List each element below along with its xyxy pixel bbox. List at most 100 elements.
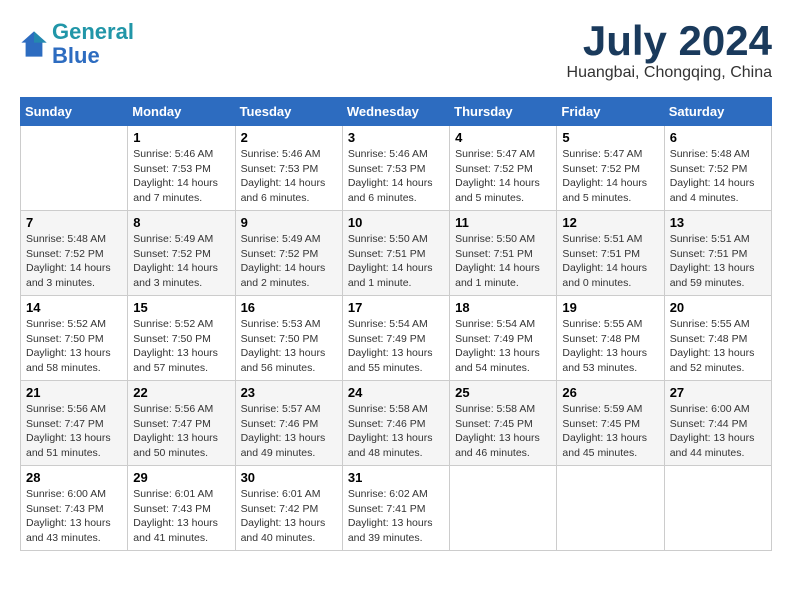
calendar-cell: 30 Sunrise: 6:01 AM Sunset: 7:42 PM Dayli… [235, 466, 342, 551]
calendar-cell [664, 466, 771, 551]
weekday-header-saturday: Saturday [664, 98, 771, 126]
calendar-cell: 31 Sunrise: 6:02 AM Sunset: 7:41 PM Dayli… [342, 466, 449, 551]
logo-text: GeneralBlue [52, 20, 134, 68]
day-info: Sunrise: 5:53 AM Sunset: 7:50 PM Dayligh… [241, 317, 337, 376]
day-info: Sunrise: 5:51 AM Sunset: 7:51 PM Dayligh… [670, 232, 766, 291]
day-number: 15 [133, 300, 229, 315]
day-number: 1 [133, 130, 229, 145]
day-info: Sunrise: 5:54 AM Sunset: 7:49 PM Dayligh… [348, 317, 444, 376]
page-header: GeneralBlue July 2024 Huangbai, Chongqin… [20, 20, 772, 82]
calendar-cell: 11Sunrise: 5:50 AM Sunset: 7:51 PM Dayli… [450, 211, 557, 296]
day-number: 26 [562, 385, 658, 400]
calendar-table: SundayMondayTuesdayWednesdayThursdayFrid… [20, 97, 772, 551]
day-info: Sunrise: 5:58 AM Sunset: 7:45 PM Dayligh… [455, 402, 551, 461]
day-number: 5 [562, 130, 658, 145]
calendar-cell [21, 126, 128, 211]
day-number: 11 [455, 215, 551, 230]
day-number: 28 [26, 470, 122, 485]
day-number: 7 [26, 215, 122, 230]
day-number: 27 [670, 385, 766, 400]
day-info: Sunrise: 5:46 AM Sunset: 7:53 PM Dayligh… [348, 147, 444, 206]
weekday-header-row: SundayMondayTuesdayWednesdayThursdayFrid… [21, 98, 772, 126]
calendar-cell: 4 Sunrise: 5:47 AM Sunset: 7:52 PM Daylig… [450, 126, 557, 211]
calendar-cell: 22Sunrise: 5:56 AM Sunset: 7:47 PM Dayli… [128, 381, 235, 466]
day-number: 2 [241, 130, 337, 145]
day-info: Sunrise: 6:02 AM Sunset: 7:41 PM Dayligh… [348, 487, 444, 546]
calendar-cell: 26 Sunrise: 5:59 AM Sunset: 7:45 PM Dayli… [557, 381, 664, 466]
calendar-week-5: 28 Sunrise: 6:00 AM Sunset: 7:43 PM Dayli… [21, 466, 772, 551]
day-info: Sunrise: 5:49 AM Sunset: 7:52 PM Dayligh… [241, 232, 337, 291]
day-number: 21 [26, 385, 122, 400]
calendar-cell [450, 466, 557, 551]
calendar-cell: 21 Sunrise: 5:56 AM Sunset: 7:47 PM Dayli… [21, 381, 128, 466]
day-info: Sunrise: 5:52 AM Sunset: 7:50 PM Dayligh… [133, 317, 229, 376]
day-number: 12 [562, 215, 658, 230]
day-info: Sunrise: 5:48 AM Sunset: 7:52 PM Dayligh… [26, 232, 122, 291]
calendar-cell: 25 Sunrise: 5:58 AM Sunset: 7:45 PM Dayli… [450, 381, 557, 466]
calendar-week-1: 1 Sunrise: 5:46 AM Sunset: 7:53 PM Daylig… [21, 126, 772, 211]
day-number: 9 [241, 215, 337, 230]
calendar-cell: 18 Sunrise: 5:54 AM Sunset: 7:49 PM Dayli… [450, 296, 557, 381]
calendar-cell: 10Sunrise: 5:50 AM Sunset: 7:51 PM Dayli… [342, 211, 449, 296]
calendar-cell: 7 Sunrise: 5:48 AM Sunset: 7:52 PM Daylig… [21, 211, 128, 296]
day-info: Sunrise: 5:47 AM Sunset: 7:52 PM Dayligh… [562, 147, 658, 206]
calendar-cell: 14 Sunrise: 5:52 AM Sunset: 7:50 PM Dayli… [21, 296, 128, 381]
day-number: 10 [348, 215, 444, 230]
day-number: 31 [348, 470, 444, 485]
calendar-cell: 2 Sunrise: 5:46 AM Sunset: 7:53 PM Daylig… [235, 126, 342, 211]
calendar-week-3: 14 Sunrise: 5:52 AM Sunset: 7:50 PM Dayli… [21, 296, 772, 381]
day-number: 17 [348, 300, 444, 315]
day-number: 30 [241, 470, 337, 485]
day-number: 14 [26, 300, 122, 315]
calendar-cell: 16 Sunrise: 5:53 AM Sunset: 7:50 PM Dayli… [235, 296, 342, 381]
day-number: 6 [670, 130, 766, 145]
day-info: Sunrise: 6:01 AM Sunset: 7:42 PM Dayligh… [241, 487, 337, 546]
day-number: 19 [562, 300, 658, 315]
calendar-cell: 6Sunrise: 5:48 AM Sunset: 7:52 PM Daylig… [664, 126, 771, 211]
day-number: 18 [455, 300, 551, 315]
calendar-cell: 27Sunrise: 6:00 AM Sunset: 7:44 PM Dayli… [664, 381, 771, 466]
weekday-header-sunday: Sunday [21, 98, 128, 126]
day-info: Sunrise: 6:00 AM Sunset: 7:43 PM Dayligh… [26, 487, 122, 546]
day-info: Sunrise: 6:01 AM Sunset: 7:43 PM Dayligh… [133, 487, 229, 546]
weekday-header-wednesday: Wednesday [342, 98, 449, 126]
day-number: 4 [455, 130, 551, 145]
day-info: Sunrise: 5:47 AM Sunset: 7:52 PM Dayligh… [455, 147, 551, 206]
calendar-cell: 28 Sunrise: 6:00 AM Sunset: 7:43 PM Dayli… [21, 466, 128, 551]
location-subtitle: Huangbai, Chongqing, China [567, 64, 772, 82]
day-number: 25 [455, 385, 551, 400]
day-info: Sunrise: 5:55 AM Sunset: 7:48 PM Dayligh… [670, 317, 766, 376]
weekday-header-thursday: Thursday [450, 98, 557, 126]
calendar-cell: 29 Sunrise: 6:01 AM Sunset: 7:43 PM Dayli… [128, 466, 235, 551]
calendar-cell: 5 Sunrise: 5:47 AM Sunset: 7:52 PM Daylig… [557, 126, 664, 211]
calendar-cell: 15 Sunrise: 5:52 AM Sunset: 7:50 PM Dayli… [128, 296, 235, 381]
calendar-cell [557, 466, 664, 551]
day-number: 20 [670, 300, 766, 315]
day-info: Sunrise: 5:57 AM Sunset: 7:46 PM Dayligh… [241, 402, 337, 461]
day-info: Sunrise: 5:56 AM Sunset: 7:47 PM Dayligh… [26, 402, 122, 461]
logo-icon [20, 30, 48, 58]
calendar-cell: 8 Sunrise: 5:49 AM Sunset: 7:52 PM Daylig… [128, 211, 235, 296]
day-number: 23 [241, 385, 337, 400]
weekday-header-tuesday: Tuesday [235, 98, 342, 126]
logo: GeneralBlue [20, 20, 134, 68]
calendar-cell: 17 Sunrise: 5:54 AM Sunset: 7:49 PM Dayli… [342, 296, 449, 381]
day-number: 16 [241, 300, 337, 315]
day-number: 8 [133, 215, 229, 230]
day-info: Sunrise: 5:58 AM Sunset: 7:46 PM Dayligh… [348, 402, 444, 461]
calendar-cell: 23 Sunrise: 5:57 AM Sunset: 7:46 PM Dayli… [235, 381, 342, 466]
day-info: Sunrise: 5:46 AM Sunset: 7:53 PM Dayligh… [241, 147, 337, 206]
day-info: Sunrise: 5:59 AM Sunset: 7:45 PM Dayligh… [562, 402, 658, 461]
day-info: Sunrise: 5:52 AM Sunset: 7:50 PM Dayligh… [26, 317, 122, 376]
calendar-cell: 3Sunrise: 5:46 AM Sunset: 7:53 PM Daylig… [342, 126, 449, 211]
day-info: Sunrise: 5:54 AM Sunset: 7:49 PM Dayligh… [455, 317, 551, 376]
calendar-week-4: 21 Sunrise: 5:56 AM Sunset: 7:47 PM Dayli… [21, 381, 772, 466]
day-number: 13 [670, 215, 766, 230]
weekday-header-friday: Friday [557, 98, 664, 126]
calendar-cell: 1Sunrise: 5:46 AM Sunset: 7:53 PM Daylig… [128, 126, 235, 211]
calendar-cell: 20 Sunrise: 5:55 AM Sunset: 7:48 PM Dayli… [664, 296, 771, 381]
day-info: Sunrise: 5:49 AM Sunset: 7:52 PM Dayligh… [133, 232, 229, 291]
calendar-cell: 12Sunrise: 5:51 AM Sunset: 7:51 PM Dayli… [557, 211, 664, 296]
day-number: 29 [133, 470, 229, 485]
day-info: Sunrise: 5:55 AM Sunset: 7:48 PM Dayligh… [562, 317, 658, 376]
